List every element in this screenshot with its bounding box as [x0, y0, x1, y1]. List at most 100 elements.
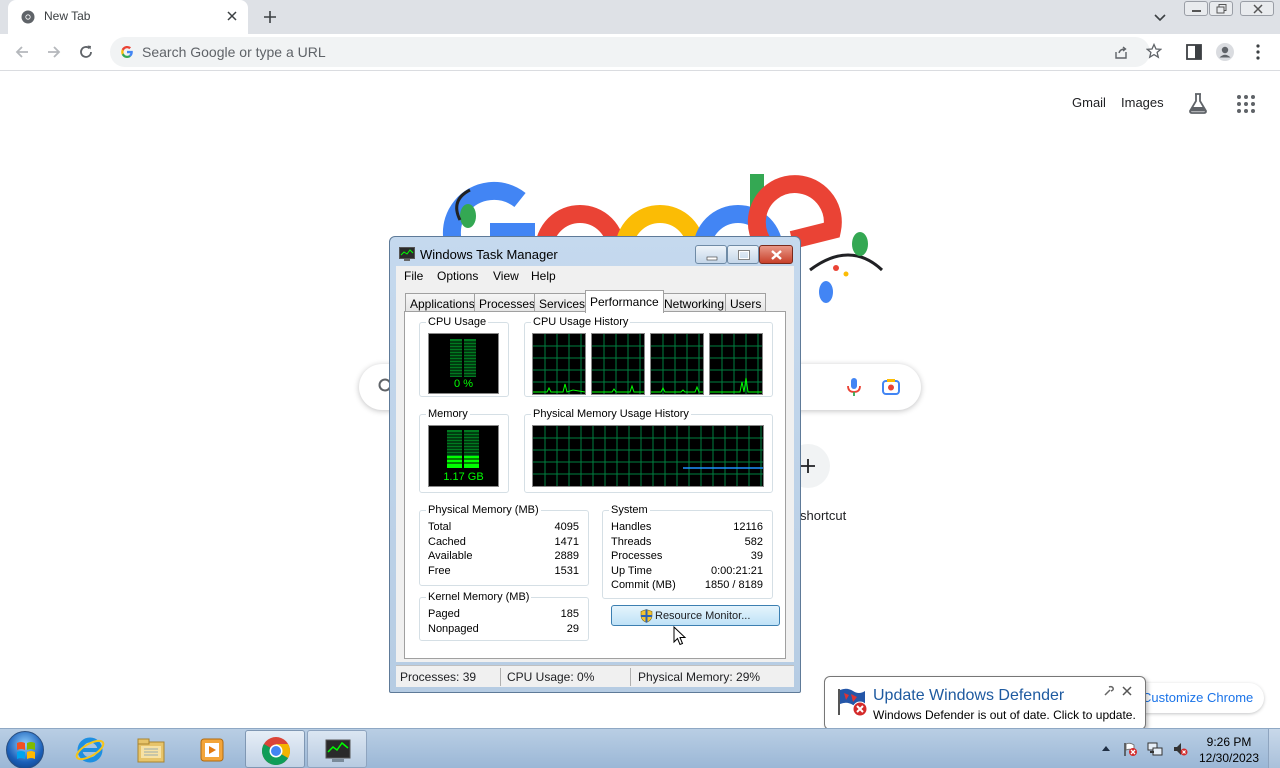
tm-minimize-button[interactable]: [695, 245, 727, 264]
menu-help[interactable]: Help: [531, 269, 556, 283]
lens-camera-icon[interactable]: [881, 377, 901, 397]
task-manager-icon: [399, 247, 415, 261]
menu-options[interactable]: Options: [437, 269, 478, 283]
chrome-icon: [262, 737, 290, 765]
taskbar-chrome[interactable]: [245, 730, 305, 768]
taskbar: 9:26 PM 12/30/2023: [0, 728, 1280, 768]
bookmark-star-icon[interactable]: [1146, 43, 1162, 59]
minimize-button[interactable]: [1184, 1, 1208, 16]
action-center-flag-icon[interactable]: [1122, 741, 1138, 757]
share-icon[interactable]: [1113, 44, 1129, 60]
task-manager-window[interactable]: Windows Task Manager File Options View H…: [389, 236, 801, 693]
customize-chrome-label: Customize Chrome: [1142, 690, 1254, 705]
close-notification-icon[interactable]: [1121, 685, 1133, 697]
uac-shield-icon: [640, 609, 653, 623]
clock-date: 12/30/2023: [1198, 751, 1260, 765]
side-panel-icon[interactable]: [1184, 42, 1204, 62]
tm-status-bar: Processes: 39 CPU Usage: 0% Physical Mem…: [396, 665, 794, 687]
tab-networking[interactable]: Networking: [659, 293, 730, 312]
notification-text: Windows Defender is out of date. Click t…: [873, 708, 1136, 722]
cpu-history-graph-2: [591, 333, 645, 395]
tab-processes[interactable]: Processes: [474, 293, 541, 312]
memory-history-graph: [532, 425, 764, 487]
menu-file[interactable]: File: [404, 269, 423, 283]
system-group: System Handles 12116 Threads 582 Processes…: [602, 504, 773, 599]
browser-toolbar: [0, 34, 1280, 71]
close-window-button[interactable]: [1240, 1, 1274, 16]
cpu-history-graph-3: [650, 333, 704, 395]
tab-performance[interactable]: Performance: [585, 290, 664, 313]
volume-muted-icon[interactable]: [1172, 741, 1188, 757]
tab-services[interactable]: Services: [534, 293, 591, 312]
resource-monitor-label: Resource Monitor...: [655, 610, 751, 622]
omnibox[interactable]: [110, 37, 1162, 67]
tab-applications[interactable]: Applications: [405, 293, 480, 312]
google-g-icon: [121, 46, 133, 58]
cpu-usage-label: CPU Usage: [426, 316, 489, 328]
mouse-cursor-icon: [673, 626, 687, 646]
menu-view[interactable]: View: [493, 269, 519, 283]
plus-icon: [801, 459, 815, 473]
apps-grid-icon[interactable]: [1236, 94, 1256, 114]
voice-search-icon[interactable]: [846, 377, 862, 397]
menu-kebab-icon[interactable]: [1248, 42, 1268, 62]
taskbar-media-player[interactable]: [182, 730, 242, 768]
memory-meter: 1.17 GB: [428, 425, 499, 487]
tm-maximize-button[interactable]: [727, 245, 759, 264]
kernel-memory-label: Kernel Memory (MB): [426, 591, 532, 603]
km-row-paged: Paged 185: [428, 608, 579, 620]
show-hidden-icons-icon[interactable]: [1101, 744, 1111, 752]
tab-strip: New Tab: [0, 0, 1280, 34]
defender-notification[interactable]: Update Windows Defender Windows Defender…: [824, 676, 1146, 730]
memory-history-label: Physical Memory Usage History: [531, 408, 691, 420]
forward-icon[interactable]: [44, 42, 64, 62]
task-manager-icon: [325, 739, 351, 762]
memory-value: 1.17 GB: [443, 471, 484, 483]
back-icon[interactable]: [12, 42, 32, 62]
network-icon[interactable]: [1147, 741, 1163, 757]
memory-group: Memory 1.17 GB: [419, 408, 509, 493]
start-button[interactable]: [6, 731, 44, 768]
reload-icon[interactable]: [76, 42, 96, 62]
physical-memory-group: Physical Memory (MB) Total 4095 Cached 147…: [419, 504, 589, 586]
system-clock[interactable]: 9:26 PM 12/30/2023: [1196, 734, 1262, 766]
cpu-usage-value: 0 %: [454, 378, 473, 390]
tm-close-button[interactable]: [759, 245, 793, 264]
tab-users[interactable]: Users: [725, 293, 767, 312]
windows-logo-icon: [17, 742, 35, 759]
media-player-icon: [200, 738, 224, 762]
address-input[interactable]: [142, 41, 1042, 63]
close-tab-icon[interactable]: [224, 8, 240, 24]
restore-button[interactable]: [1209, 1, 1233, 16]
taskbar-internet-explorer[interactable]: [60, 730, 120, 768]
show-desktop-button[interactable]: [1268, 729, 1280, 768]
tab-new-tab[interactable]: New Tab: [8, 0, 248, 34]
pm-row-cached: Cached 1471: [428, 536, 579, 548]
taskbar-explorer[interactable]: [121, 730, 181, 768]
cpu-usage-meter: 0 %: [428, 333, 499, 394]
internet-explorer-icon: [75, 737, 105, 763]
taskbar-task-manager[interactable]: [307, 730, 367, 768]
cpu-history-label: CPU Usage History: [531, 316, 631, 328]
new-tab-icon[interactable]: [260, 7, 280, 27]
defender-flag-icon: [838, 688, 868, 717]
images-link[interactable]: Images: [1121, 95, 1164, 110]
sys-row-handles: Handles 12116: [611, 521, 763, 533]
profile-avatar-icon[interactable]: [1215, 42, 1235, 62]
labs-flask-icon[interactable]: [1187, 92, 1209, 114]
resource-monitor-button[interactable]: Resource Monitor...: [611, 605, 780, 626]
chevron-down-icon[interactable]: [1152, 9, 1168, 25]
cpu-history-graph-1: [532, 333, 586, 395]
folder-icon: [137, 738, 165, 763]
add-shortcut-label: shortcut: [800, 508, 847, 523]
km-row-nonpaged: Nonpaged 29: [428, 623, 579, 635]
cpu-usage-group: CPU Usage 0 %: [419, 316, 509, 397]
gmail-link[interactable]: Gmail: [1072, 95, 1106, 110]
system-label: System: [609, 504, 650, 516]
chrome-icon: [21, 10, 35, 24]
settings-wrench-icon[interactable]: [1103, 685, 1115, 697]
cpu-history-group: CPU Usage History: [524, 316, 773, 397]
customize-chrome-button[interactable]: Customize Chrome: [1130, 683, 1264, 713]
physical-memory-label: Physical Memory (MB): [426, 504, 541, 516]
performance-panel: CPU Usage 0 % CPU Usage History Memory 1…: [404, 311, 786, 659]
